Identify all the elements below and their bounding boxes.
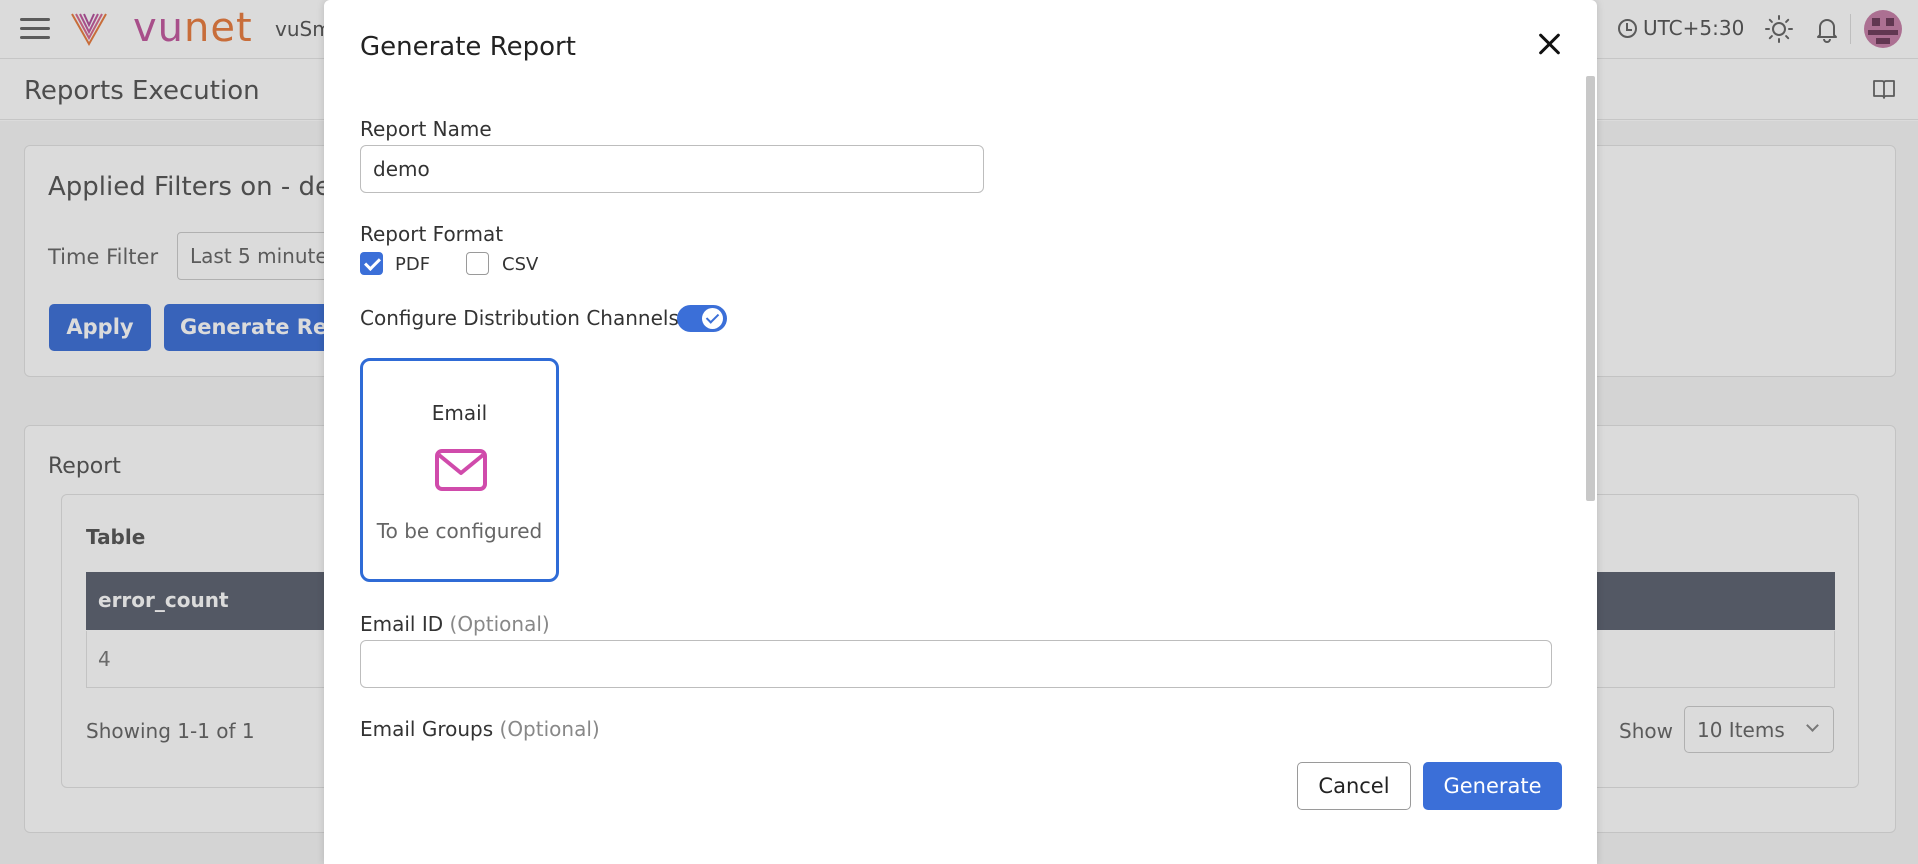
- cancel-button[interactable]: Cancel: [1297, 762, 1411, 810]
- pdf-checkbox[interactable]: [360, 252, 383, 275]
- distribution-channels-toggle[interactable]: [677, 305, 727, 332]
- generate-report-modal: Generate Report Report Name Report Forma…: [324, 0, 1597, 864]
- report-name-label: Report Name: [360, 117, 492, 141]
- distribution-channels-label: Configure Distribution Channels: [360, 306, 679, 330]
- email-channel-card[interactable]: Email To be configured: [360, 358, 559, 582]
- report-format-label: Report Format: [360, 222, 504, 246]
- toggle-check-icon: [702, 308, 723, 329]
- pdf-checkbox-label[interactable]: PDF: [395, 254, 430, 275]
- email-id-optional-hint: (Optional): [449, 612, 550, 636]
- email-id-label: Email ID (Optional): [360, 612, 550, 636]
- report-name-input[interactable]: [360, 145, 984, 193]
- modal-scrollbar[interactable]: [1586, 76, 1595, 501]
- email-groups-label-text: Email Groups: [360, 717, 494, 741]
- modal-title: Generate Report: [360, 32, 576, 62]
- mail-icon: [435, 449, 487, 491]
- close-icon[interactable]: [1537, 31, 1563, 57]
- email-id-input[interactable]: [360, 640, 1552, 688]
- csv-checkbox-label[interactable]: CSV: [502, 254, 538, 275]
- email-channel-status: To be configured: [376, 519, 543, 543]
- email-groups-label: Email Groups (Optional): [360, 717, 600, 741]
- csv-checkbox[interactable]: [466, 252, 489, 275]
- email-groups-optional-hint: (Optional): [499, 717, 600, 741]
- email-channel-title: Email: [431, 401, 488, 425]
- email-id-label-text: Email ID: [360, 612, 444, 636]
- generate-button[interactable]: Generate: [1423, 762, 1562, 810]
